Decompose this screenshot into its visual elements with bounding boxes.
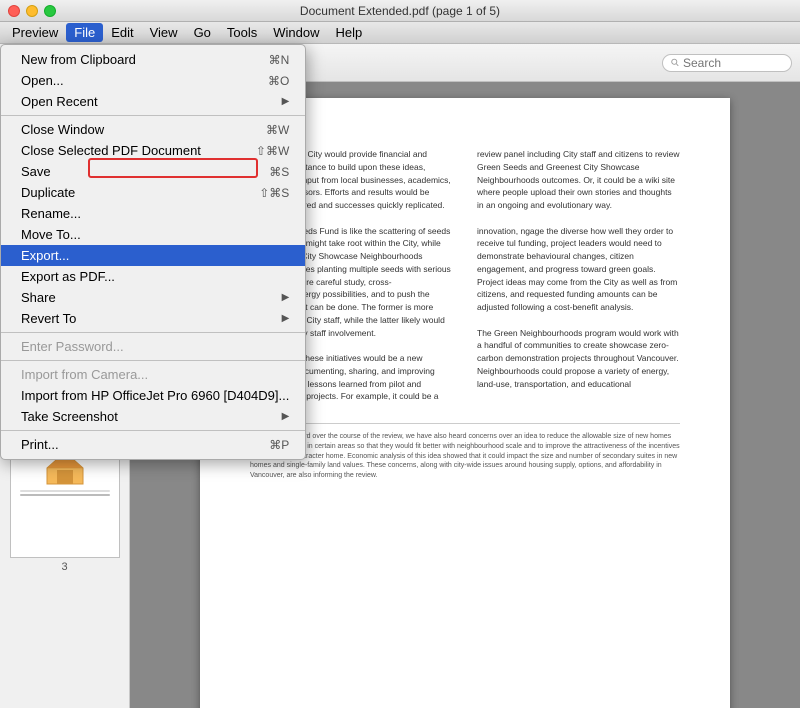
menu-item-open-recent[interactable]: Open Recent ▶ (1, 91, 305, 112)
menu-item-print[interactable]: Print... ⌘P (1, 434, 305, 455)
titlebar: Document Extended.pdf (page 1 of 5) (0, 0, 800, 22)
menu-item-export[interactable]: Export... (1, 245, 305, 266)
menu-item-revert[interactable]: Revert To ▶ (1, 308, 305, 329)
menu-item-close-pdf[interactable]: Close Selected PDF Document ⇧⌘W (1, 140, 305, 161)
pdf-footnote: * What we've heard over the course of th… (250, 423, 680, 481)
menu-label: Duplicate (21, 185, 75, 200)
menu-label: Enter Password... (21, 339, 124, 354)
shortcut: ⇧⌘S (259, 186, 289, 200)
shortcut: ⇧⌘W (256, 144, 289, 158)
window-title: Document Extended.pdf (page 1 of 5) (300, 4, 500, 18)
menu-label: Export as PDF... (21, 269, 115, 284)
menu-item-new-clipboard[interactable]: New from Clipboard ⌘N (1, 49, 305, 70)
shortcut: ⌘P (269, 438, 289, 452)
menu-go[interactable]: Go (186, 23, 219, 42)
menu-label: Export... (21, 248, 69, 263)
menu-item-share[interactable]: Share ▶ (1, 287, 305, 308)
shortcut: ⌘O (268, 74, 289, 88)
file-menu-dropdown: New from Clipboard ⌘N Open... ⌘O Open Re… (0, 44, 306, 460)
menu-label: Print... (21, 437, 59, 452)
menu-label: Rename... (21, 206, 81, 221)
menu-preview[interactable]: Preview (4, 23, 66, 42)
close-button[interactable] (8, 5, 20, 17)
menu-window[interactable]: Window (265, 23, 327, 42)
shortcut: ⌘S (269, 165, 289, 179)
separator-4 (1, 430, 305, 431)
menu-label: Close Selected PDF Document (21, 143, 201, 158)
menu-file[interactable]: File (66, 23, 103, 42)
menu-item-export-pdf[interactable]: Export as PDF... (1, 266, 305, 287)
menu-item-move-to[interactable]: Move To... (1, 224, 305, 245)
menu-item-import-camera[interactable]: Import from Camera... (1, 364, 305, 385)
menu-tools[interactable]: Tools (219, 23, 265, 42)
separator-1 (1, 115, 305, 116)
menu-label: Save (21, 164, 51, 179)
menu-label: Revert To (21, 311, 76, 326)
search-input[interactable] (683, 56, 783, 70)
pdf-col2b: innovation, ngage the diverse how well t… (477, 225, 680, 314)
page-text: programs. The City would provide financi… (250, 148, 680, 403)
menu-item-duplicate[interactable]: Duplicate ⇧⌘S (1, 182, 305, 203)
menu-label: Share (21, 290, 56, 305)
menu-label: Open... (21, 73, 64, 88)
menu-view[interactable]: View (142, 23, 186, 42)
menu-item-open[interactable]: Open... ⌘O (1, 70, 305, 91)
menu-label: Import from Camera... (21, 367, 148, 382)
submenu-arrow-icon: ▶ (282, 313, 290, 324)
separator-3 (1, 360, 305, 361)
menu-label: New from Clipboard (21, 52, 136, 67)
menu-help[interactable]: Help (328, 23, 371, 42)
menu-label: Open Recent (21, 94, 98, 109)
maximize-button[interactable] (44, 5, 56, 17)
menu-item-close-window[interactable]: Close Window ⌘W (1, 119, 305, 140)
menu-item-save[interactable]: Save ⌘S (1, 161, 305, 182)
minimize-button[interactable] (26, 5, 38, 17)
separator-2 (1, 332, 305, 333)
thumbnail-number-3: 3 (10, 561, 120, 573)
menu-label: Import from HP OfficeJet Pro 6960 [D404D… (21, 388, 289, 403)
submenu-arrow-icon: ▶ (282, 411, 290, 422)
menu-item-import-hp[interactable]: Import from HP OfficeJet Pro 6960 [D404D… (1, 385, 305, 406)
menu-item-take-screenshot[interactable]: Take Screenshot ▶ (1, 406, 305, 427)
shortcut: ⌘W (266, 123, 289, 137)
menu-item-enter-password[interactable]: Enter Password... (1, 336, 305, 357)
submenu-arrow-icon: ▶ (282, 96, 290, 107)
menu-edit[interactable]: Edit (103, 23, 141, 42)
submenu-arrow-icon: ▶ (282, 292, 290, 303)
menu-label: Take Screenshot (21, 409, 118, 424)
shortcut: ⌘N (269, 53, 290, 67)
traffic-lights (8, 5, 56, 17)
dropdown-menu: New from Clipboard ⌘N Open... ⌘O Open Re… (0, 44, 306, 460)
menubar: Preview File Edit View Go Tools Window H… (0, 22, 800, 44)
pdf-col2c: The Green Neighbourhoods program would w… (477, 327, 680, 391)
menu-label: Close Window (21, 122, 104, 137)
menu-item-rename[interactable]: Rename... (1, 203, 305, 224)
search-bar[interactable] (662, 54, 792, 72)
menu-label: Move To... (21, 227, 81, 242)
